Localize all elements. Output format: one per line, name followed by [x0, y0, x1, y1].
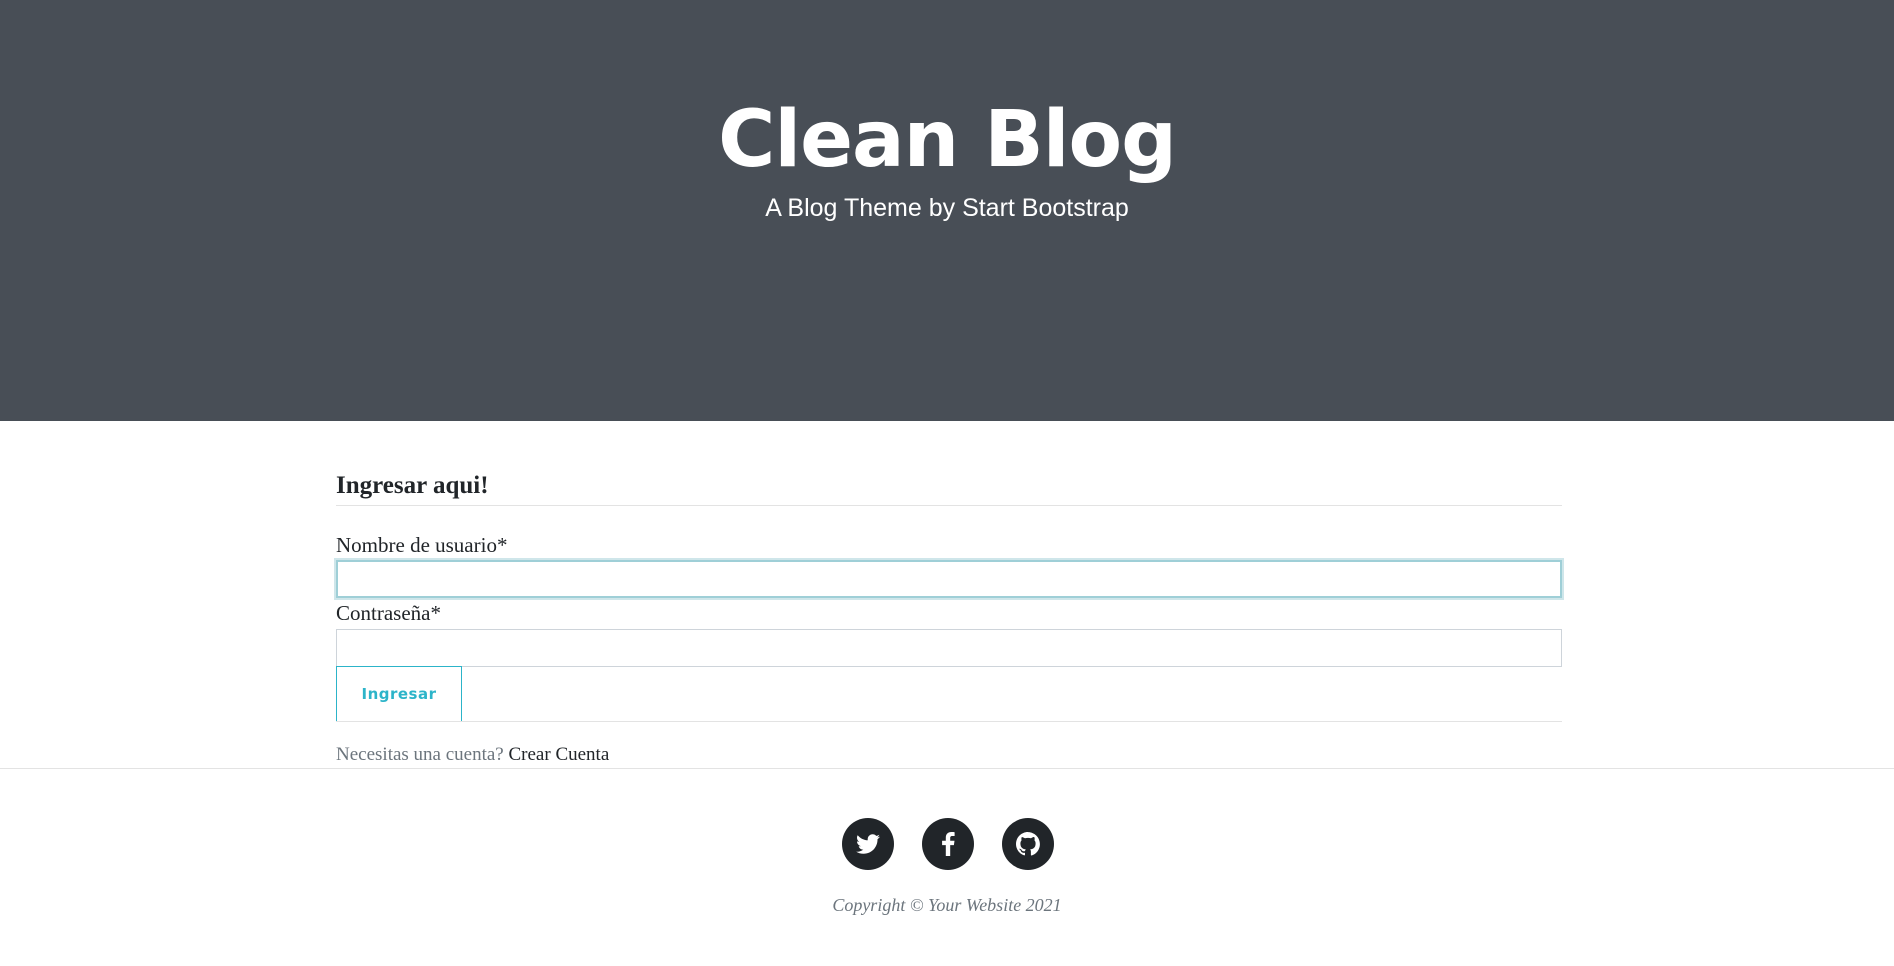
account-prompt: Necesitas una cuenta?: [336, 744, 504, 765]
create-account-link[interactable]: Crear Cuenta: [509, 744, 610, 765]
github-icon[interactable]: [1002, 818, 1054, 870]
site-subtitle: A Blog Theme by Start Bootstrap: [765, 194, 1129, 222]
footer-divider: [0, 768, 1894, 769]
site-title: Clean Blog: [718, 95, 1177, 185]
password-input[interactable]: [336, 629, 1562, 667]
form-divider: [336, 721, 1562, 722]
twitter-icon[interactable]: [842, 818, 894, 870]
account-line: Necesitas una cuenta? Crear Cuenta: [336, 742, 609, 768]
facebook-icon[interactable]: [922, 818, 974, 870]
username-input[interactable]: [336, 560, 1562, 598]
submit-button[interactable]: Ingresar: [336, 666, 462, 722]
form-heading: Ingresar aqui!: [336, 472, 489, 499]
password-label: Contraseña*: [336, 601, 441, 625]
username-label: Nombre de usuario*: [336, 533, 508, 557]
heading-divider: [336, 505, 1562, 506]
masthead: Clean Blog A Blog Theme by Start Bootstr…: [0, 0, 1894, 421]
copyright-text: Copyright © Your Website 2021: [832, 895, 1062, 915]
